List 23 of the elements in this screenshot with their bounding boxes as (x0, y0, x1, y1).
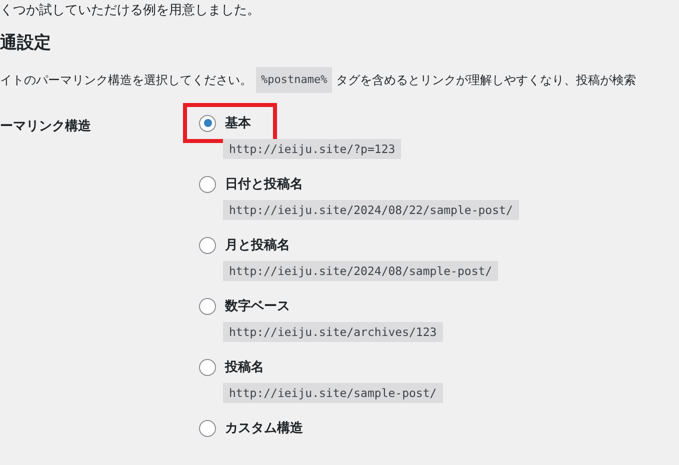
url-example: http://ieiju.site/?p=123 (223, 139, 402, 159)
description-text: タグを含めるとリンクが理解しやすくなり、投稿が検索 (336, 72, 636, 89)
field-label: ーマリンク構造 (0, 118, 92, 136)
option-label[interactable]: カスタム構造 (225, 419, 303, 437)
option-label[interactable]: 日付と投稿名 (225, 175, 303, 193)
url-example: http://ieiju.site/2024/08/22/sample-post/ (223, 200, 519, 220)
radio-button[interactable] (199, 420, 216, 436)
intro-text: くつか試していただける例を用意しました。 (0, 2, 261, 20)
radio-button[interactable] (199, 236, 216, 254)
url-example: http://ieiju.site/sample-post/ (223, 383, 443, 403)
section-heading: 通設定 (0, 32, 52, 55)
option-label[interactable]: 基本 (225, 114, 251, 132)
option-label[interactable]: 数字ベース (225, 297, 290, 315)
option-label[interactable]: 月と投稿名 (225, 236, 290, 254)
url-example: http://ieiju.site/archives/123 (223, 322, 443, 342)
description-text: イトのパーマリンク構造を選択してください。 (0, 72, 252, 89)
code-tag: %postname% (256, 67, 332, 93)
radio-button[interactable] (199, 358, 216, 376)
radio-button[interactable] (199, 114, 216, 132)
option-label[interactable]: 投稿名 (225, 358, 264, 376)
radio-button[interactable] (199, 298, 216, 314)
url-example: http://ieiju.site/2024/08/sample-post/ (223, 261, 498, 281)
radio-button[interactable] (199, 176, 216, 192)
